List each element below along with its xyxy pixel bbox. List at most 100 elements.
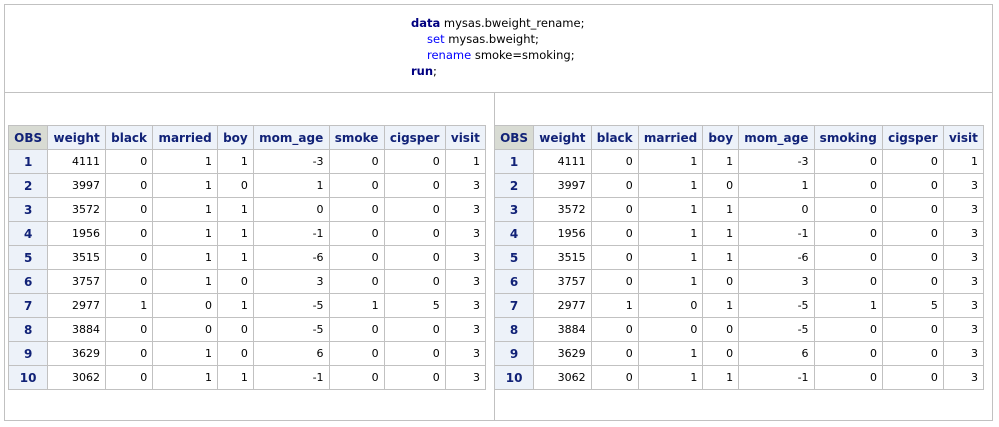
table-cell: 0 xyxy=(216,341,254,366)
table-cell: 1 xyxy=(152,269,218,294)
table-cell: 0 xyxy=(383,341,446,366)
table-row: 4 1956 0 1 1 -1 0 0 3 xyxy=(7,221,487,246)
table-cell: 0 xyxy=(328,269,385,294)
obs-cell: 6 xyxy=(7,269,49,294)
table-row: 8 3884 0 0 0 -5 0 0 3 xyxy=(493,317,985,342)
table-cell: 1 xyxy=(637,365,704,390)
table-cell: 4111 xyxy=(47,149,106,174)
table-cell: 3884 xyxy=(533,317,592,342)
table-cell: 3 xyxy=(444,341,487,366)
obs-cell: 2 xyxy=(493,173,535,198)
table-cell: 1 xyxy=(216,197,254,222)
table-cell: 0 xyxy=(383,149,446,174)
table-cell: 0 xyxy=(104,365,154,390)
table-cell: 0 xyxy=(216,173,254,198)
column-header: smoking xyxy=(813,125,883,150)
table-cell: 4111 xyxy=(533,149,592,174)
table-cell: 3 xyxy=(942,173,985,198)
table-cell: 0 xyxy=(252,197,330,222)
table-cell: 1 xyxy=(637,245,704,270)
table-cell: 3629 xyxy=(533,341,592,366)
table-cell: 3 xyxy=(942,293,985,318)
table-cell: 3 xyxy=(444,317,487,342)
table-row: 1 4111 0 1 1 -3 0 0 1 xyxy=(7,149,487,174)
table-cell: 1 xyxy=(252,173,330,198)
table-cell: 0 xyxy=(813,269,883,294)
table-cell: 1 xyxy=(637,221,704,246)
column-header: mom_age xyxy=(738,125,815,150)
obs-cell: 1 xyxy=(493,149,535,174)
table-cell: 3 xyxy=(942,221,985,246)
table-cell: 1 xyxy=(813,293,883,318)
table-cell: 3515 xyxy=(533,245,592,270)
table-cell: 0 xyxy=(590,317,639,342)
table-cell: 0 xyxy=(328,365,385,390)
table-row: 3 3572 0 1 1 0 0 0 3 xyxy=(493,197,985,222)
table-cell: 3 xyxy=(444,365,487,390)
column-header: OBS xyxy=(7,125,49,150)
code-line-4: run; xyxy=(411,63,584,79)
table-cell: 3 xyxy=(444,221,487,246)
table-cell: 0 xyxy=(881,317,944,342)
table-cell: 3884 xyxy=(47,317,106,342)
table-cell: 0 xyxy=(813,365,883,390)
table-cell: 1 xyxy=(637,341,704,366)
obs-cell: 3 xyxy=(7,197,49,222)
table-cell: 6 xyxy=(252,341,330,366)
code-text: mysas.bweight; xyxy=(444,32,539,46)
table-row: 1 4111 0 1 1 -3 0 0 1 xyxy=(493,149,985,174)
obs-cell: 7 xyxy=(7,293,49,318)
table-cell: 3757 xyxy=(533,269,592,294)
code-line-1: data mysas.bweight_rename; xyxy=(411,15,584,31)
table-cell: 0 xyxy=(152,317,218,342)
column-header: cigsper xyxy=(383,125,446,150)
table-cell: 0 xyxy=(104,173,154,198)
table-cell: 1 xyxy=(590,293,639,318)
table-cell: 0 xyxy=(813,197,883,222)
column-header: married xyxy=(637,125,704,150)
table-cell: 0 xyxy=(881,365,944,390)
table-cell: 1 xyxy=(152,197,218,222)
table-cell: 2977 xyxy=(533,293,592,318)
table-cell: 3997 xyxy=(533,173,592,198)
column-header: weight xyxy=(533,125,592,150)
table-row: 5 3515 0 1 1 -6 0 0 3 xyxy=(7,245,487,270)
table-cell: 0 xyxy=(702,173,740,198)
table-cell: 0 xyxy=(383,365,446,390)
table-cell: -1 xyxy=(738,221,815,246)
table-cell: 1 xyxy=(152,221,218,246)
table-cell: 0 xyxy=(881,221,944,246)
obs-cell: 8 xyxy=(493,317,535,342)
table-cell: 1 xyxy=(702,245,740,270)
table-cell: 0 xyxy=(328,173,385,198)
table-row: 4 1956 0 1 1 -1 0 0 3 xyxy=(493,221,985,246)
table-cell: 1 xyxy=(152,365,218,390)
table-cell: 0 xyxy=(383,317,446,342)
obs-cell: 7 xyxy=(493,293,535,318)
table-cell: 0 xyxy=(383,269,446,294)
table-cell: -3 xyxy=(738,149,815,174)
table-header-row: OBS weight black married boy mom_age smoke cigs… xyxy=(7,125,487,150)
table-cell: 0 xyxy=(813,173,883,198)
table-cell: 0 xyxy=(590,269,639,294)
table-cell: 0 xyxy=(383,245,446,270)
table-cell: 1 xyxy=(637,269,704,294)
table-cell: 0 xyxy=(637,293,704,318)
obs-cell: 6 xyxy=(493,269,535,294)
column-header: weight xyxy=(47,125,106,150)
code-keyword-data: data xyxy=(411,16,441,30)
table-cell: 0 xyxy=(328,245,385,270)
table-cell: 1 xyxy=(942,149,985,174)
table-cell: 0 xyxy=(813,245,883,270)
table-cell: 1 xyxy=(444,149,487,174)
table-cell: 0 xyxy=(881,341,944,366)
table-cell: 0 xyxy=(328,221,385,246)
table-cell: 3062 xyxy=(533,365,592,390)
code-keyword-rename: rename xyxy=(427,48,472,62)
table-cell: 0 xyxy=(637,317,704,342)
table-cell: 0 xyxy=(590,365,639,390)
table-row: 9 3629 0 1 0 6 0 0 3 xyxy=(7,341,487,366)
table-row: 8 3884 0 0 0 -5 0 0 3 xyxy=(7,317,487,342)
table-cell: 0 xyxy=(702,317,740,342)
table-cell: 1 xyxy=(702,197,740,222)
